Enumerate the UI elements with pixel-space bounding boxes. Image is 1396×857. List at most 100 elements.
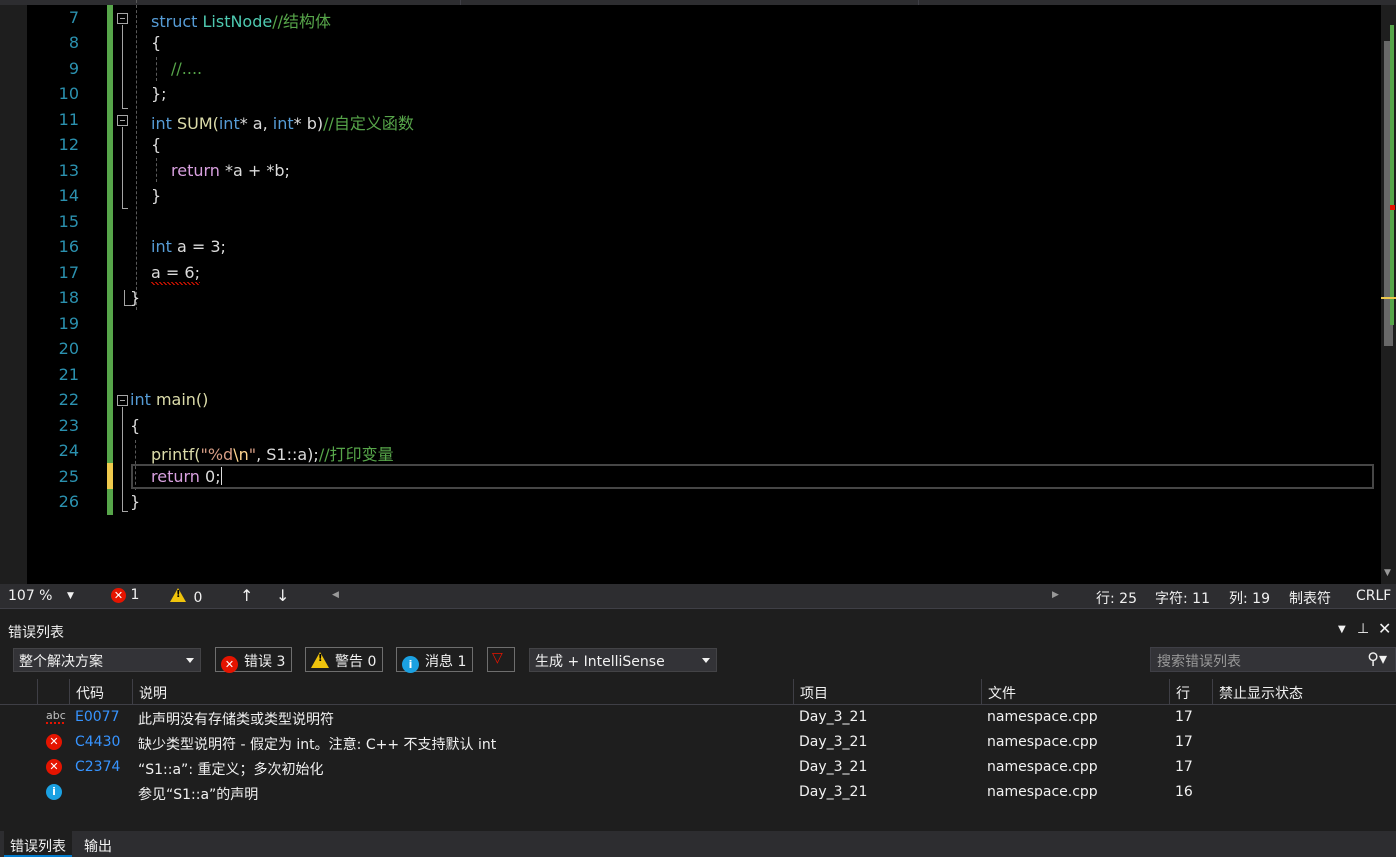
build-source-dropdown[interactable]: 生成 + IntelliSense <box>529 648 717 672</box>
collapse-toggle[interactable] <box>117 115 128 126</box>
fold-line <box>122 511 128 512</box>
line-number: 23 <box>58 416 79 435</box>
line-number: 7 <box>68 8 79 27</box>
code-line[interactable]: return *a + *b; <box>171 161 290 180</box>
line-number: 24 <box>58 441 79 460</box>
error-count-indicator[interactable]: ✕ 1 <box>111 587 139 603</box>
errors-filter-label: 错误 3 <box>244 654 286 670</box>
code-line[interactable]: { <box>151 33 161 52</box>
spelling-icon: abc <box>46 709 66 724</box>
error-list-toolbar: 整个解决方案 ✕ 错误 3 警告 0 i 消息 1 ▽ 生成 + IntelliSe… <box>0 647 1396 675</box>
scroll-left-icon[interactable]: ◀ <box>332 590 339 600</box>
pin-icon[interactable]: ⊥ <box>1357 621 1369 637</box>
error-marker <box>1390 205 1395 210</box>
error-icon: ✕ <box>46 734 62 750</box>
chevron-down-icon <box>702 658 710 663</box>
current-line-highlight <box>131 464 1374 489</box>
filter-options-button[interactable]: ▽ <box>487 647 515 672</box>
code-line[interactable]: struct ListNode//结构体 <box>151 8 331 32</box>
panel-tab-strip: 错误列表 输出 <box>0 831 1396 857</box>
line-number: 13 <box>58 161 79 180</box>
code-line[interactable]: int a = 3; <box>151 237 226 256</box>
warnings-filter-button[interactable]: 警告 0 <box>305 647 384 672</box>
error-project: Day_3_21 <box>799 709 868 725</box>
code-line[interactable]: printf("%d\n", S1::a);//打印变量 <box>151 441 394 465</box>
editor-nav-strip <box>0 0 1396 5</box>
code-editor[interactable]: 7 8 9 10 11 12 13 14 15 16 17 18 19 20 2… <box>0 0 1396 584</box>
code-line[interactable]: { <box>130 416 140 435</box>
editor-status-bar: 107 % ▼ ✕ 1 0 ↑ ↓ ◀ ▶ 行: 25 字符: 11 列: 19… <box>0 584 1396 608</box>
scroll-right-icon[interactable]: ▶ <box>1052 590 1059 600</box>
unsaved-change-bar <box>107 463 113 489</box>
line-ending[interactable]: CRLF <box>1356 588 1391 604</box>
table-row[interactable]: ✕ C4430 缺少类型说明符 - 假定为 int。注意: C++ 不支持默认 … <box>0 730 1396 755</box>
scope-dropdown[interactable]: 整个解决方案 <box>13 648 201 672</box>
code-line[interactable]: int main() <box>130 390 208 409</box>
error-grid-header: 代码 说明 项目 文件 行 禁止显示状态 <box>0 679 1396 705</box>
tab-error-list[interactable]: 错误列表 <box>4 831 72 857</box>
code-line[interactable]: return 0; <box>151 467 222 486</box>
code-line[interactable]: //.... <box>171 59 202 78</box>
chevron-down-icon <box>186 658 194 663</box>
char-position: 字符: 11 <box>1155 591 1210 607</box>
indent-mode[interactable]: 制表符 <box>1289 588 1331 608</box>
text-cursor <box>220 467 222 485</box>
tab-output[interactable]: 输出 <box>78 834 118 857</box>
build-source-value: 生成 + IntelliSense <box>535 654 665 670</box>
zoom-level[interactable]: 107 % <box>8 588 52 604</box>
line-number: 17 <box>58 263 79 282</box>
panel-title: 错误列表 <box>8 625 64 641</box>
table-row[interactable]: i 参见“S1::a”的声明 Day_3_21 namespace.cpp 16 <box>0 780 1396 805</box>
collapse-toggle[interactable] <box>117 13 128 24</box>
line-number: 14 <box>58 186 79 205</box>
close-icon[interactable]: ✕ <box>1378 619 1391 638</box>
code-line[interactable]: } <box>151 186 161 205</box>
error-line: 17 <box>1175 734 1193 750</box>
line-number: 12 <box>58 135 79 154</box>
search-icon[interactable]: ⚲▾ <box>1367 649 1387 668</box>
table-row[interactable]: ✕ C2374 “S1::a”: 重定义；多次初始化 Day_3_21 name… <box>0 755 1396 780</box>
line-number: 22 <box>58 390 79 409</box>
column-header-description[interactable]: 说明 <box>132 679 793 705</box>
code-line[interactable]: int SUM(int* a, int* b)//自定义函数 <box>151 110 414 134</box>
line-number: 15 <box>58 212 79 231</box>
error-description: 此声明没有存储类或类型说明符 <box>138 712 334 728</box>
info-icon: i <box>46 784 62 800</box>
editor-vertical-scrollbar[interactable]: ▼ <box>1381 5 1396 584</box>
column-header-project[interactable]: 项目 <box>793 679 981 705</box>
line-number: 9 <box>68 59 79 78</box>
fold-line <box>124 290 125 306</box>
code-line[interactable]: }; <box>151 84 167 103</box>
filter-icon: ▽ <box>492 650 503 666</box>
column-header-code[interactable]: 代码 <box>69 679 132 705</box>
code-line[interactable]: a = 6; <box>151 263 200 285</box>
dropdown-menu-icon[interactable]: ▼ <box>1338 624 1346 635</box>
code-line[interactable]: } <box>130 492 140 511</box>
scroll-down-icon[interactable]: ▼ <box>1384 568 1391 578</box>
column-header-file[interactable]: 文件 <box>981 679 1169 705</box>
info-icon: i <box>402 656 419 673</box>
error-squiggle-text: a = 6; <box>151 263 200 285</box>
error-code: E0077 <box>75 709 120 725</box>
column-header-icon[interactable] <box>37 679 69 705</box>
warnings-filter-label: 警告 0 <box>335 654 377 670</box>
code-line[interactable]: { <box>151 135 161 154</box>
collapse-toggle[interactable] <box>117 395 128 406</box>
error-file: namespace.cpp <box>987 784 1098 800</box>
error-search-input[interactable]: 搜索错误列表 ⚲▾ <box>1150 647 1396 672</box>
warning-count-indicator[interactable]: 0 <box>170 588 202 606</box>
column-header-suppression[interactable]: 禁止显示状态 <box>1212 679 1369 705</box>
error-count: 1 <box>130 587 140 603</box>
arrow-up-icon[interactable]: ↑ <box>240 586 253 605</box>
errors-filter-button[interactable]: ✕ 错误 3 <box>215 647 293 673</box>
line-number: 21 <box>58 365 79 384</box>
chevron-down-icon[interactable]: ▼ <box>67 591 74 601</box>
column-header-line[interactable]: 行 <box>1169 679 1212 705</box>
fold-line <box>122 108 128 109</box>
error-file: namespace.cpp <box>987 734 1098 750</box>
table-row[interactable]: abc E0077 此声明没有存储类或类型说明符 Day_3_21 namesp… <box>0 705 1396 730</box>
arrow-down-icon[interactable]: ↓ <box>276 586 289 605</box>
messages-filter-button[interactable]: i 消息 1 <box>396 647 474 673</box>
error-line: 17 <box>1175 709 1193 725</box>
code-line[interactable]: } <box>130 288 140 307</box>
